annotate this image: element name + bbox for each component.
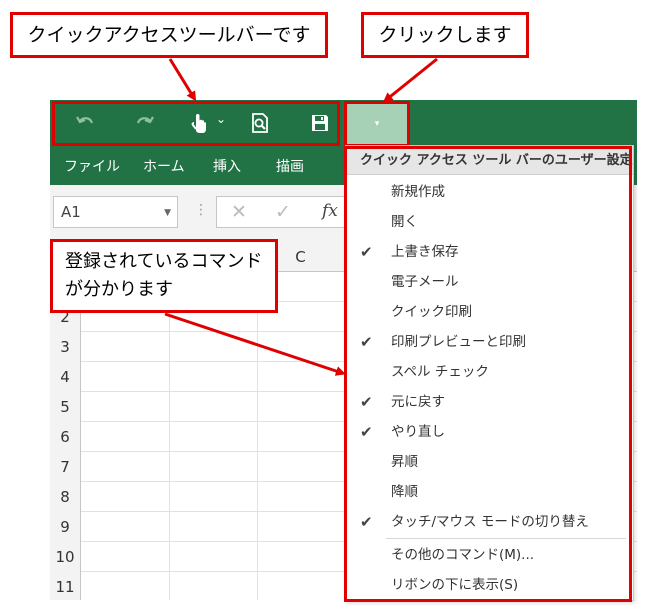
menu-item-new[interactable]: 新規作成 [346, 177, 633, 207]
arrow-to-qat [168, 58, 197, 102]
tab-draw[interactable]: 描画 [276, 156, 304, 176]
menu-item-label: 降順 [391, 484, 418, 500]
menu-item-show-below-ribbon[interactable]: リボンの下に表示(S) [346, 570, 633, 600]
menu-item-label: 昇順 [391, 454, 418, 470]
row-header[interactable]: 4 [50, 362, 81, 392]
arrow-to-dropdown [382, 57, 438, 103]
check-icon: ✔ [360, 423, 373, 441]
drag-handle-icon[interactable]: ⋮ [194, 202, 208, 218]
check-icon: ✔ [360, 333, 373, 351]
tab-home[interactable]: ホーム [143, 156, 185, 176]
menu-item-label: 電子メール [391, 274, 459, 290]
menu-item-label: 元に戻す [391, 394, 445, 410]
row-header[interactable]: 3 [50, 332, 81, 362]
menu-item-label: タッチ/マウス モードの切り替え [391, 514, 589, 530]
menu-header: クイック アクセス ツール バーのユーザー設定 [346, 146, 633, 175]
menu-item-save[interactable]: ✔ 上書き保存 [346, 237, 633, 267]
row-header[interactable]: 7 [50, 452, 81, 482]
callout-commands: 登録されているコマンド が分かります [50, 239, 278, 313]
menu-item-sort-descending[interactable]: 降順 [346, 477, 633, 507]
menu-item-touch-mouse-mode[interactable]: ✔ タッチ/マウス モードの切り替え [346, 507, 633, 537]
insert-function-icon[interactable]: fx [322, 201, 338, 221]
row-header[interactable]: 10 [50, 542, 81, 572]
title-bar: ⌄ ▾ [50, 100, 637, 148]
menu-item-more-commands[interactable]: その他のコマンド(M)... [346, 540, 633, 570]
cancel-icon[interactable]: ✕ [231, 201, 247, 223]
menu-item-quick-print[interactable]: クイック印刷 [346, 297, 633, 327]
customize-qat-highlight-frame [344, 101, 410, 147]
menu-item-label: 開く [391, 214, 418, 230]
chevron-down-icon[interactable]: ▼ [164, 208, 171, 218]
customize-qat-menu: クイック アクセス ツール バーのユーザー設定 新規作成 開く ✔ 上書き保存 … [345, 145, 634, 601]
row-header[interactable]: 9 [50, 512, 81, 542]
menu-item-spelling[interactable]: スペル チェック [346, 357, 633, 387]
callout-click-text: クリックします [378, 24, 512, 46]
menu-item-label: 上書き保存 [391, 244, 459, 260]
formula-buttons: ✕ ✓ fx [216, 196, 356, 228]
tab-insert[interactable]: 挿入 [213, 156, 241, 176]
menu-item-sort-ascending[interactable]: 昇順 [346, 447, 633, 477]
qat-highlight-frame [52, 101, 340, 146]
name-box[interactable]: A1 ▼ [53, 196, 178, 228]
row-header[interactable]: 6 [50, 422, 81, 452]
menu-item-open[interactable]: 開く [346, 207, 633, 237]
row-header[interactable]: 8 [50, 482, 81, 512]
menu-item-label: やり直し [391, 424, 445, 440]
menu-item-redo[interactable]: ✔ やり直し [346, 417, 633, 447]
check-icon: ✔ [360, 393, 373, 411]
name-box-value: A1 [61, 203, 81, 221]
enter-icon[interactable]: ✓ [275, 201, 291, 223]
check-icon: ✔ [360, 513, 373, 531]
callout-qat: クイックアクセスツールバーです [10, 12, 328, 58]
menu-item-email[interactable]: 電子メール [346, 267, 633, 297]
check-icon: ✔ [360, 243, 373, 261]
menu-item-undo[interactable]: ✔ 元に戻す [346, 387, 633, 417]
menu-item-label: リボンの下に表示(S) [391, 577, 519, 593]
menu-item-label: 印刷プレビューと印刷 [391, 334, 526, 350]
menu-item-label: 新規作成 [391, 184, 445, 200]
callout-commands-text: 登録されているコマンド が分かります [65, 251, 263, 300]
tab-file[interactable]: ファイル [64, 156, 120, 176]
menu-item-print-preview[interactable]: ✔ 印刷プレビューと印刷 [346, 327, 633, 357]
callout-click: クリックします [361, 12, 529, 58]
callout-qat-text: クイックアクセスツールバーです [27, 24, 311, 46]
menu-item-label: クイック印刷 [391, 304, 472, 320]
row-header[interactable]: 11 [50, 572, 81, 600]
menu-item-label: スペル チェック [391, 364, 489, 380]
menu-separator [386, 538, 626, 539]
row-header[interactable]: 5 [50, 392, 81, 422]
menu-item-label: その他のコマンド(M)... [391, 547, 535, 563]
